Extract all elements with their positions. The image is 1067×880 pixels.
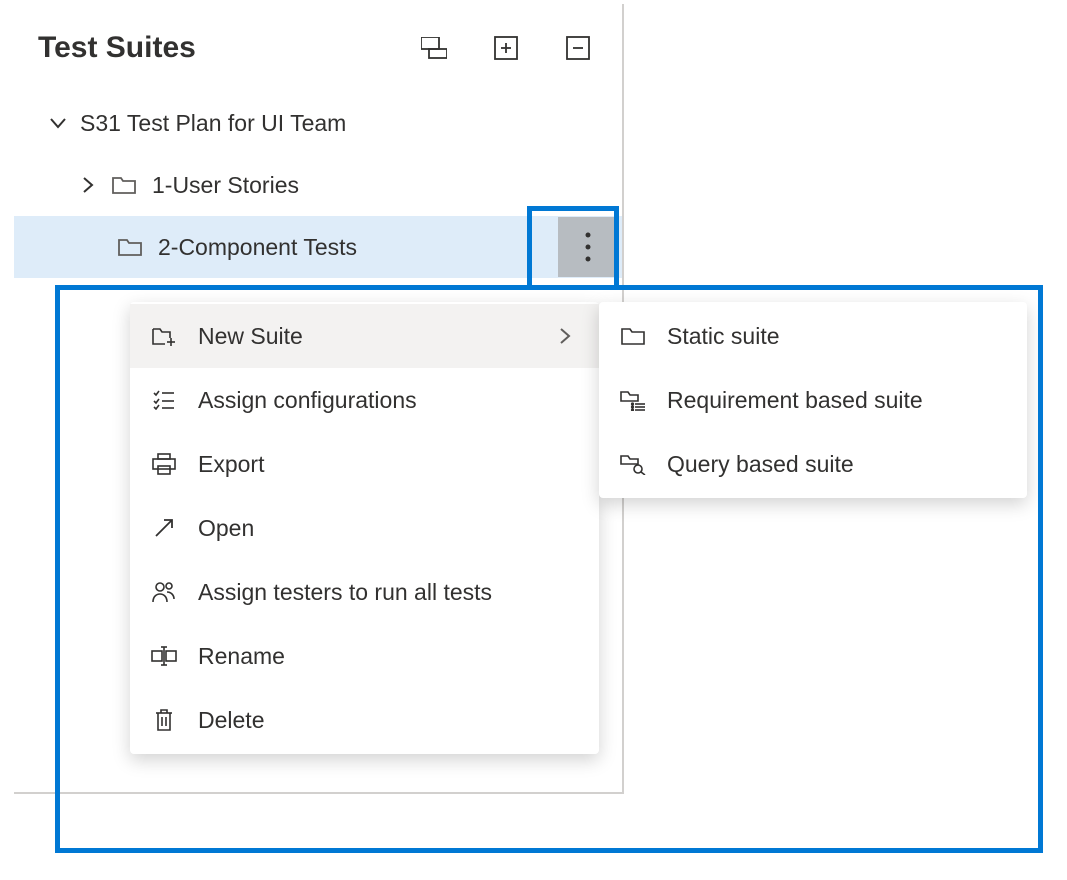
menu-new-suite[interactable]: New Suite xyxy=(130,304,599,368)
folder-icon xyxy=(619,326,647,346)
menu-delete[interactable]: Delete xyxy=(130,688,599,752)
menu-item-label: Static suite xyxy=(667,323,1007,350)
folder-icon xyxy=(116,237,144,257)
open-icon xyxy=(150,517,178,539)
delete-icon xyxy=(150,708,178,732)
menu-item-label: Assign testers to run all tests xyxy=(198,579,579,606)
submenu-requirement-suite[interactable]: Requirement based suite xyxy=(599,368,1027,432)
collapse-icon[interactable] xyxy=(558,28,598,68)
menu-item-label: Query based suite xyxy=(667,451,1007,478)
menu-item-label: Open xyxy=(198,515,579,542)
new-suite-icon xyxy=(150,326,178,346)
folder-icon xyxy=(110,175,138,195)
menu-item-label: Requirement based suite xyxy=(667,387,1007,414)
new-suite-submenu: Static suite Requirement based suite Que… xyxy=(599,302,1027,498)
menu-assign-testers[interactable]: Assign testers to run all tests xyxy=(130,560,599,624)
menu-assign-configurations[interactable]: Assign configurations xyxy=(130,368,599,432)
context-menu: New Suite Assign configurations Export xyxy=(130,302,599,754)
menu-rename[interactable]: Rename xyxy=(130,624,599,688)
tree-plan-row[interactable]: S31 Test Plan for UI Team xyxy=(14,92,622,154)
tree-item-label: 1-User Stories xyxy=(152,172,610,199)
toolbar-suite-icon[interactable] xyxy=(414,28,454,68)
folder-query-icon xyxy=(619,453,647,475)
chevron-right-icon[interactable] xyxy=(76,176,100,194)
panel-title: Test Suites xyxy=(38,31,382,65)
chevron-down-icon[interactable] xyxy=(46,117,70,129)
chevron-right-icon xyxy=(559,327,579,345)
checklist-icon xyxy=(150,390,178,410)
menu-open[interactable]: Open xyxy=(130,496,599,560)
people-icon xyxy=(150,581,178,603)
tree-item-user-stories[interactable]: 1-User Stories xyxy=(14,154,622,216)
submenu-static-suite[interactable]: Static suite xyxy=(599,304,1027,368)
menu-item-label: Delete xyxy=(198,707,579,734)
tree-plan-label: S31 Test Plan for UI Team xyxy=(80,110,610,137)
tree-item-label: 2-Component Tests xyxy=(158,234,558,261)
expand-icon[interactable] xyxy=(486,28,526,68)
menu-item-label: Export xyxy=(198,451,579,478)
submenu-query-suite[interactable]: Query based suite xyxy=(599,432,1027,496)
print-icon xyxy=(150,453,178,475)
panel-header: Test Suites xyxy=(14,4,622,88)
menu-item-label: New Suite xyxy=(198,323,539,350)
rename-icon xyxy=(150,646,178,666)
menu-item-label: Assign configurations xyxy=(198,387,579,414)
folder-list-icon xyxy=(619,389,647,411)
suite-tree: S31 Test Plan for UI Team 1-User Stories… xyxy=(14,88,622,278)
menu-export[interactable]: Export xyxy=(130,432,599,496)
more-options-button[interactable] xyxy=(558,217,618,277)
menu-item-label: Rename xyxy=(198,643,579,670)
tree-item-component-tests[interactable]: 2-Component Tests xyxy=(14,216,622,278)
